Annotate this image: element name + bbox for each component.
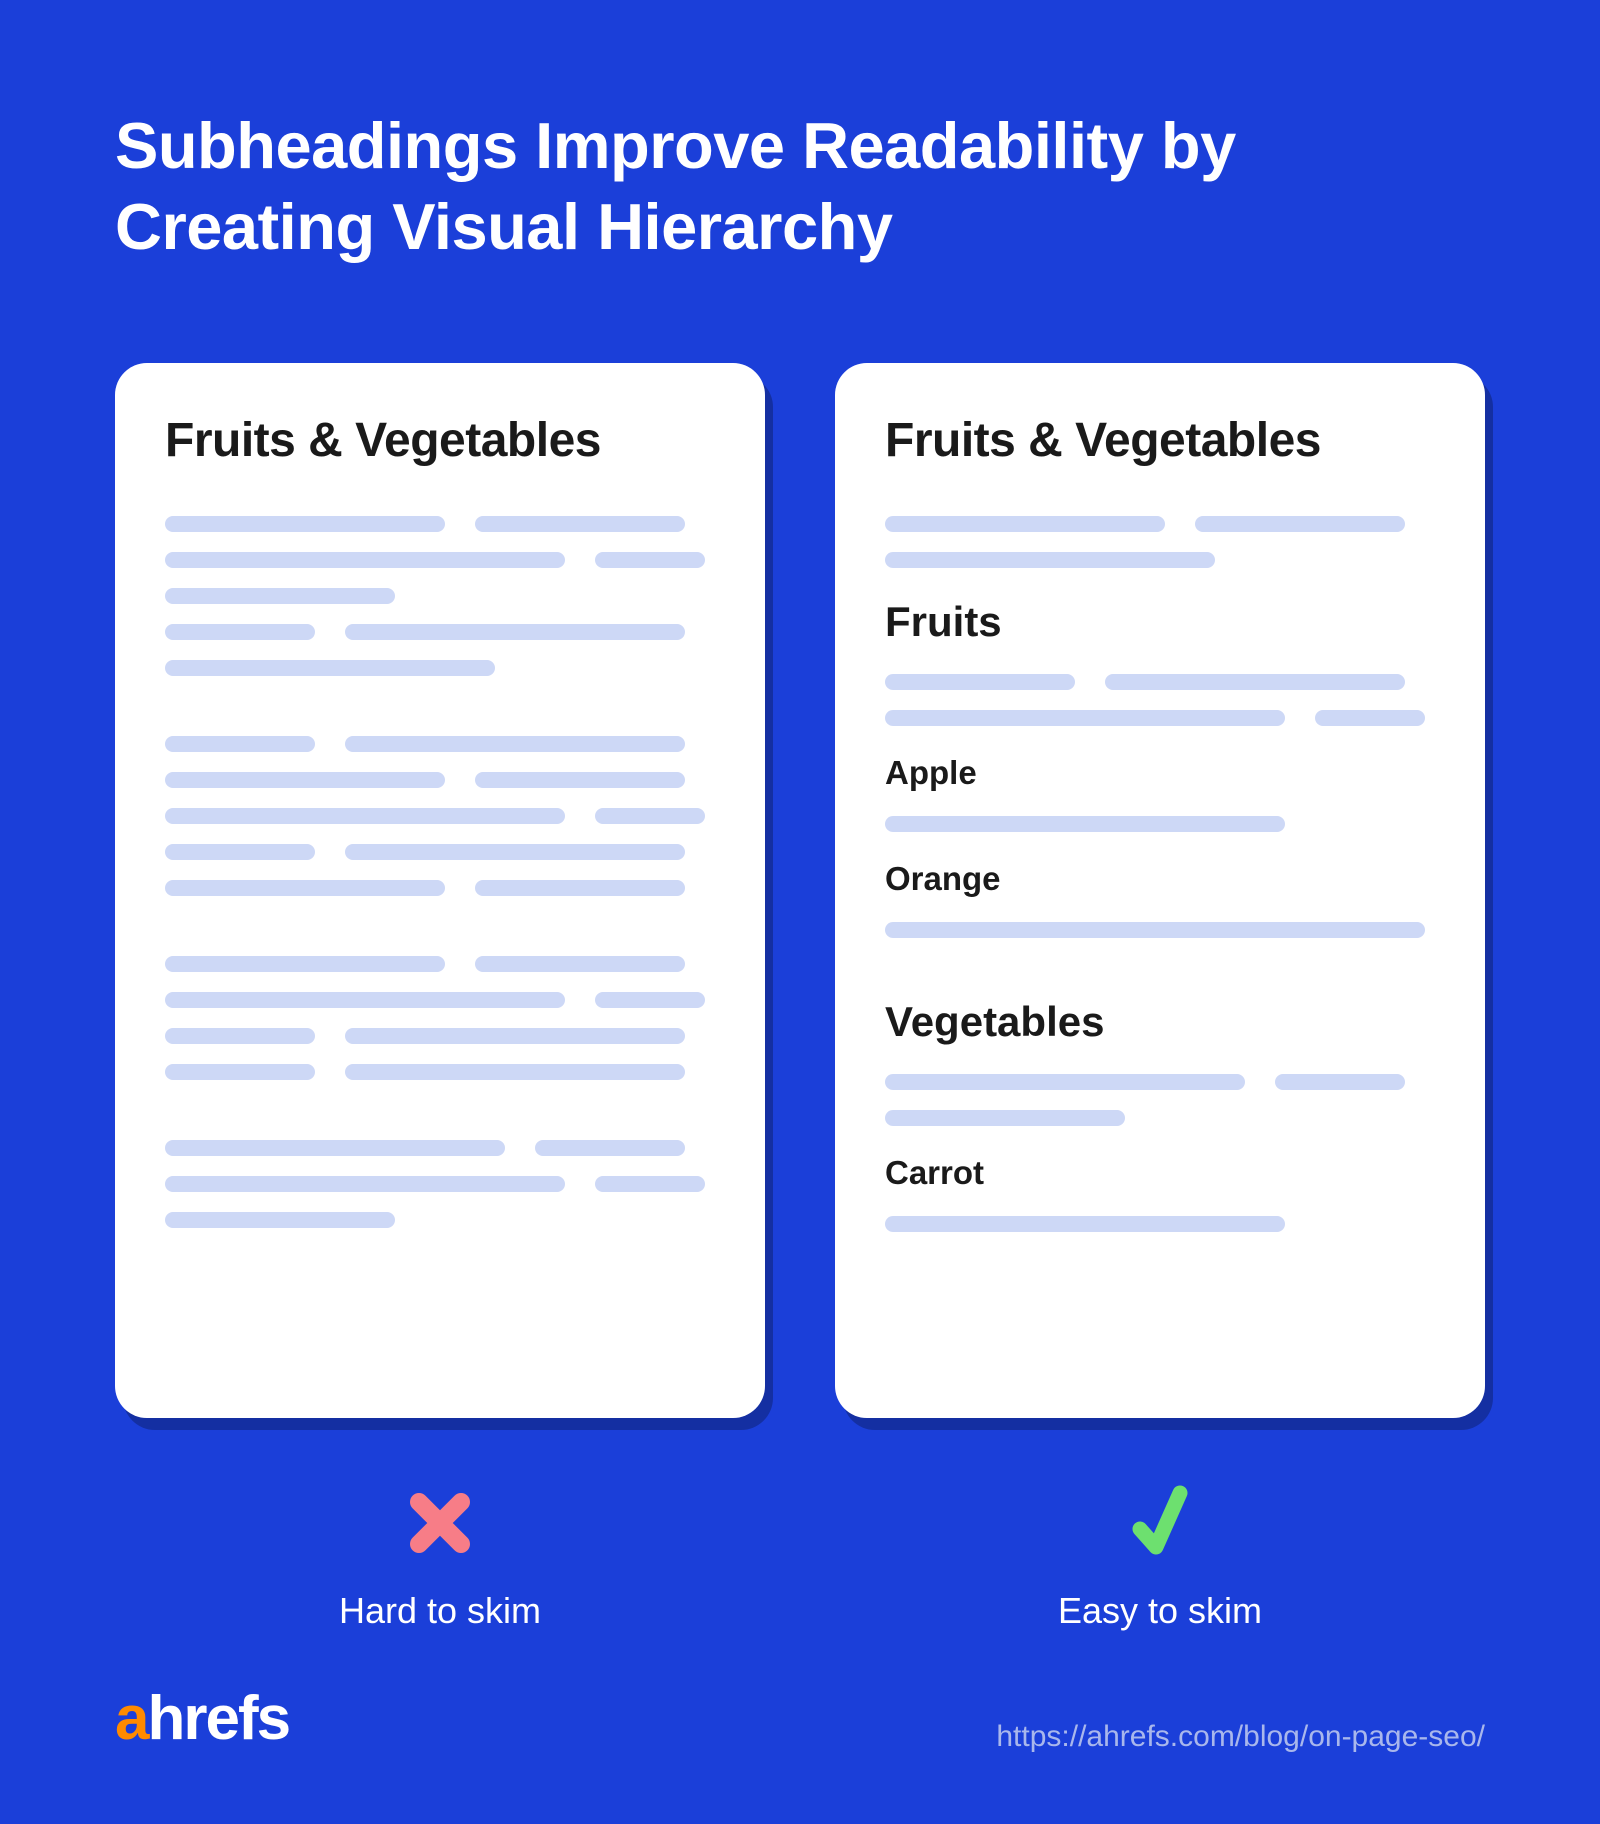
placeholder-line [885,1216,1435,1232]
placeholder-line [885,516,1435,532]
placeholder-line [165,956,715,972]
subheading-carrot: Carrot [885,1154,1435,1192]
placeholder-line [885,710,1435,726]
card-title-left: Fruits & Vegetables [165,413,715,468]
logo-letter-a: a [115,1683,147,1754]
subheading-fruits: Fruits [885,598,1435,646]
placeholder-line [885,1110,1435,1126]
placeholder-line [165,772,715,788]
placeholder-line [885,922,1435,938]
placeholder-line [165,660,715,676]
placeholder-line [885,674,1435,690]
caption-row: Hard to skim Easy to skim [115,1488,1485,1632]
placeholder-line [885,552,1435,568]
cross-icon [407,1488,473,1558]
caption-right-col: Easy to skim [835,1488,1485,1632]
placeholder-line [165,808,715,824]
caption-right: Easy to skim [1058,1590,1262,1632]
placeholder-line [165,1176,715,1192]
placeholder-line [885,1074,1435,1090]
subheading-orange: Orange [885,860,1435,898]
placeholder-line [165,1028,715,1044]
caption-left: Hard to skim [339,1590,541,1632]
placeholder-line [165,552,715,568]
placeholder-line [165,1140,715,1156]
placeholder-line [165,844,715,860]
source-url: https://ahrefs.com/blog/on-page-seo/ [996,1720,1485,1754]
placeholder-line [165,1212,715,1228]
card-easy-to-skim: Fruits & Vegetables Fruits Apple Orange … [835,363,1485,1418]
placeholder-line [165,992,715,1008]
footer: ahrefs https://ahrefs.com/blog/on-page-s… [115,1683,1485,1754]
placeholder-line [165,516,715,532]
logo-rest: hrefs [147,1683,289,1754]
subheading-apple: Apple [885,754,1435,792]
check-icon [1130,1488,1190,1558]
ahrefs-logo: ahrefs [115,1683,289,1754]
card-title-right: Fruits & Vegetables [885,413,1435,468]
placeholder-line [165,588,715,604]
card-hard-to-skim: Fruits & Vegetables [115,363,765,1418]
placeholder-line [885,816,1435,832]
placeholder-line [165,880,715,896]
placeholder-line [165,736,715,752]
subheading-vegetables: Vegetables [885,998,1435,1046]
caption-left-col: Hard to skim [115,1488,765,1632]
placeholder-line [165,624,715,640]
comparison-cards: Fruits & Vegetables [115,363,1485,1418]
page-title: Subheadings Improve Readability by Creat… [115,105,1485,268]
placeholder-line [165,1064,715,1080]
